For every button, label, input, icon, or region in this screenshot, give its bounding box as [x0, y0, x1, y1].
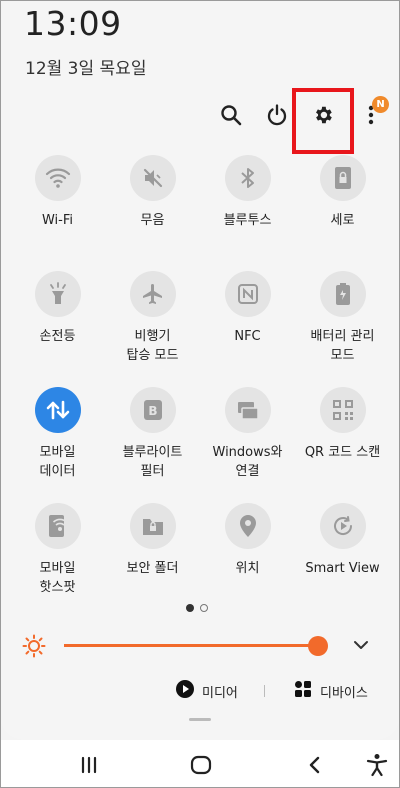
quick-tile-label: 모바일 핫스팟 — [39, 561, 76, 595]
portrait-lock-icon — [319, 155, 366, 201]
home-icon[interactable] — [186, 754, 216, 776]
devices-button[interactable]: 디바이스 — [294, 680, 368, 702]
quick-tile-label: 보안 폴더 — [126, 561, 179, 576]
quick-tile-battery[interactable]: 배터리 관리 모드 — [295, 271, 390, 365]
media-label: 미디어 — [202, 685, 238, 701]
quick-tile-label: Windows와 연결 — [212, 445, 283, 479]
location-icon — [224, 503, 271, 549]
brightness-sun-icon — [22, 634, 46, 662]
mobile-data-icon — [34, 387, 81, 433]
quick-tile-label: QR 코드 스캔 — [304, 445, 381, 460]
quick-tile-hotspot[interactable]: 모바일 핫스팟 — [10, 503, 105, 597]
quick-tile-label: 위치 — [235, 561, 260, 576]
flashlight-icon — [34, 271, 81, 317]
quick-tile-mute[interactable]: 무음 — [105, 155, 200, 230]
media-button[interactable]: 미디어 — [176, 680, 238, 702]
quick-tile-link-windows[interactable]: Windows와 연결 — [200, 387, 295, 481]
quick-tile-label: Smart View — [305, 561, 380, 576]
quick-tile-blue-light[interactable]: B 블루라이트 필터 — [105, 387, 200, 481]
page-dot — [200, 604, 208, 612]
quick-tile-label: 손전등 — [39, 329, 76, 344]
quick-tile-label: 블루투스 — [223, 213, 272, 228]
secure-folder-icon — [129, 503, 176, 549]
divider — [264, 685, 265, 697]
recent-apps-icon[interactable] — [74, 754, 104, 776]
quick-tile-portrait-lock[interactable]: 세로 — [295, 155, 390, 230]
mute-icon — [129, 155, 176, 201]
quick-tile-mobile-data[interactable]: 모바일 데이터 — [10, 387, 105, 481]
smart-view-icon — [319, 503, 366, 549]
date: 12월 3일 목요일 — [25, 59, 147, 79]
quick-tile-label: NFC — [234, 329, 261, 344]
page-dot-active — [186, 604, 194, 612]
airplane-icon — [129, 271, 176, 317]
power-icon[interactable] — [263, 100, 291, 130]
quick-tile-airplane[interactable]: 비행기 탑승 모드 — [105, 271, 200, 365]
quick-tile-secure-folder[interactable]: 보안 폴더 — [105, 503, 200, 578]
brightness-fill — [64, 644, 319, 647]
devices-label: 디바이스 — [320, 685, 368, 701]
quick-tile-smart-view[interactable]: Smart View — [295, 503, 390, 578]
quick-tile-label: Wi-Fi — [41, 213, 73, 228]
quick-panel: 13:09 12월 3일 목요일 N Wi-Fi 무음 블루투스 세로손전등 비행기 탑… — [0, 0, 400, 740]
panel-drag-handle[interactable] — [189, 718, 211, 721]
quick-tile-label: 모바일 데이터 — [39, 445, 76, 479]
hotspot-icon — [34, 503, 81, 549]
quick-tile-flashlight[interactable]: 손전등 — [10, 271, 105, 346]
brightness-slider-thumb[interactable] — [308, 636, 329, 656]
quick-tile-label: 무음 — [140, 213, 165, 228]
navigation-bar — [0, 740, 400, 788]
quick-tile-label: 세로 — [330, 213, 355, 228]
bluetooth-icon — [224, 155, 271, 201]
clock: 13:09 — [24, 4, 122, 43]
quick-tile-bluetooth[interactable]: 블루투스 — [200, 155, 295, 230]
blue-light-icon: B — [129, 387, 176, 433]
page-indicator — [186, 604, 208, 612]
brightness-control — [0, 628, 400, 662]
accessibility-icon[interactable] — [362, 754, 392, 777]
play-icon — [176, 680, 194, 702]
quick-tile-nfc[interactable]: NFC — [200, 271, 295, 346]
quick-tile-label: 배터리 관리 모드 — [310, 329, 375, 363]
back-icon[interactable] — [300, 754, 330, 776]
quick-tile-qr[interactable]: QR 코드 스캔 — [295, 387, 390, 462]
quick-tile-location[interactable]: 위치 — [200, 503, 295, 578]
expand-chevron-icon[interactable] — [352, 637, 370, 657]
search-icon[interactable] — [217, 100, 245, 130]
quick-tile-label: 블루라이트 필터 — [122, 445, 183, 479]
nfc-icon — [224, 271, 271, 317]
media-device-row: 미디어 디바이스 — [0, 680, 400, 704]
quick-tile-wifi[interactable]: Wi-Fi — [10, 155, 105, 230]
quick-tile-label: 비행기 탑승 모드 — [126, 329, 179, 363]
wifi-icon — [34, 155, 81, 201]
notification-badge: N — [372, 96, 389, 113]
battery-icon — [319, 271, 366, 317]
link-windows-icon — [224, 387, 271, 433]
settings-highlight-box — [292, 88, 354, 154]
svg-text:B: B — [148, 404, 157, 418]
qr-icon — [319, 387, 366, 433]
devices-grid-icon — [294, 680, 312, 702]
